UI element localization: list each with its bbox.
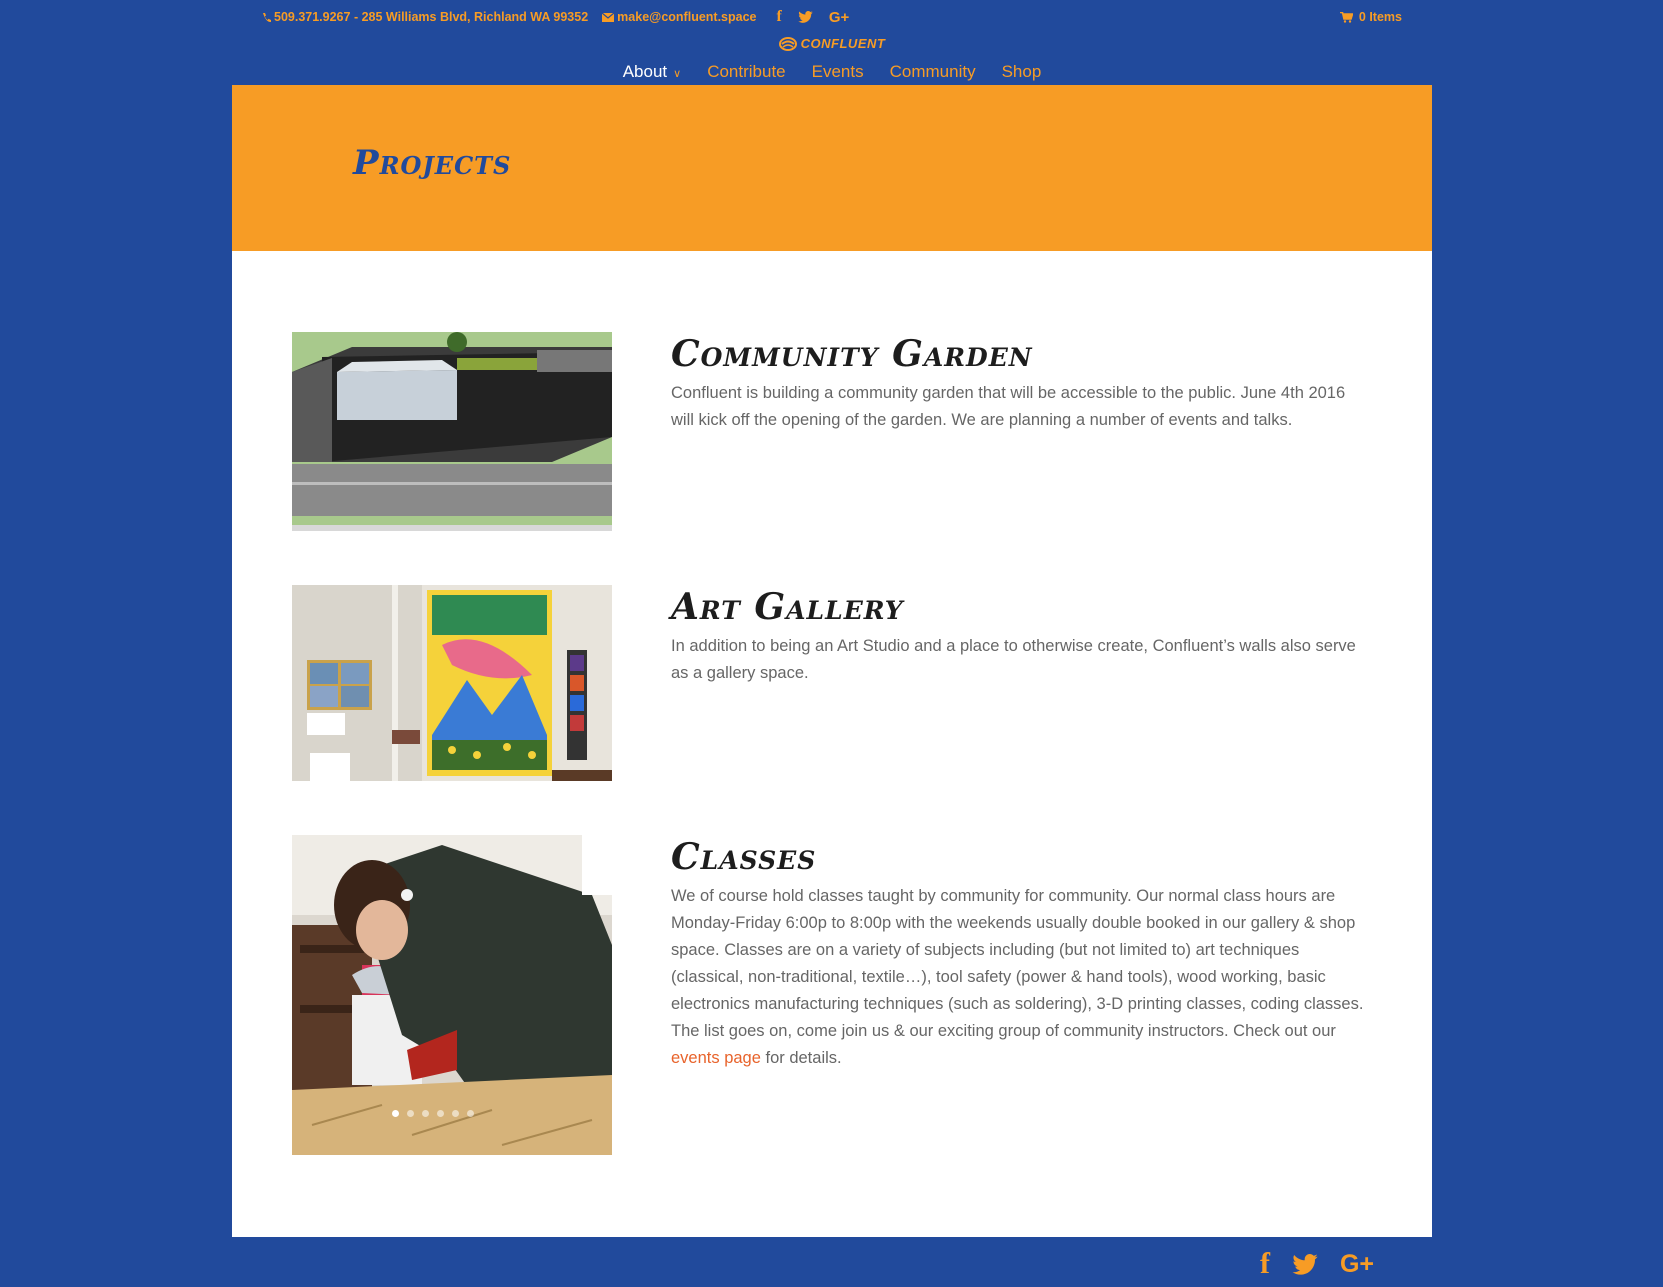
google-plus-icon[interactable]: G+ (1340, 1250, 1374, 1279)
main-nav: About ∨ Contribute Events Community Shop (232, 62, 1432, 82)
project-title: Classes (671, 836, 817, 878)
page-header-band: Projects (232, 85, 1432, 251)
project-description: Confluent is building a community garden… (671, 384, 1346, 429)
project-title: Art Gallery (671, 586, 904, 628)
site-logo[interactable]: CONFLUENT (232, 36, 1432, 51)
email-text: make@confluent.space (617, 10, 757, 24)
top-social-links: f G+ (777, 8, 850, 26)
chevron-down-icon: ∨ (673, 68, 682, 80)
description-text: We of course hold classes taught by comm… (671, 887, 1364, 1040)
phone-address-text: 509.371.9267 - 285 Williams Blvd, Richla… (274, 10, 589, 24)
slider-pagination (392, 1110, 474, 1117)
phone-address[interactable]: 509.371.9267 - 285 Williams Blvd, Richla… (262, 10, 588, 24)
nav-item-events[interactable]: Events (812, 62, 864, 82)
nav-item-label: About (622, 62, 668, 81)
logo-swirl-icon (778, 36, 797, 51)
page-container: 509.371.9267 - 285 Williams Blvd, Richla… (232, 0, 1432, 1287)
contact-info: 509.371.9267 - 285 Williams Blvd, Richla… (262, 8, 849, 26)
nav-item-about[interactable]: About ∨ (623, 62, 682, 82)
page-title: Projects (353, 143, 512, 183)
top-header: 509.371.9267 - 285 Williams Blvd, Richla… (232, 0, 1432, 85)
nav-item-contribute[interactable]: Contribute (707, 62, 785, 82)
slider-dot[interactable] (467, 1110, 474, 1117)
facebook-icon[interactable]: f (1260, 1247, 1270, 1281)
classes-slider-image[interactable] (292, 835, 612, 1155)
twitter-icon[interactable] (798, 11, 813, 23)
phone-icon (262, 12, 271, 23)
art-gallery-image[interactable] (292, 585, 612, 781)
logo-text: CONFLUENT (800, 36, 886, 51)
cart-count: 0 Items (1358, 10, 1402, 24)
twitter-icon[interactable] (1292, 1253, 1318, 1275)
slider-dot[interactable] (452, 1110, 459, 1117)
footer-social-links: f G+ (1260, 1247, 1374, 1281)
community-garden-image[interactable] (292, 332, 612, 531)
main-content: Community Garden Confluent is building a… (232, 251, 1432, 1237)
project-description: In addition to being an Art Studio and a… (671, 637, 1356, 682)
shopping-cart-icon (1339, 11, 1353, 23)
email-link[interactable]: make@confluent.space (602, 10, 757, 24)
envelope-icon (602, 12, 615, 22)
slider-dot[interactable] (422, 1110, 429, 1117)
google-plus-icon[interactable]: G+ (829, 9, 849, 26)
slider-dot[interactable] (437, 1110, 444, 1117)
cart-link[interactable]: 0 Items (1339, 8, 1402, 26)
description-end: for details. (760, 1049, 842, 1067)
facebook-icon[interactable]: f (777, 8, 782, 26)
nav-item-community[interactable]: Community (890, 62, 976, 82)
events-page-link[interactable]: events page (671, 1049, 761, 1067)
slider-dot[interactable] (392, 1110, 399, 1117)
nav-item-shop[interactable]: Shop (1002, 62, 1042, 82)
project-description: We of course hold classes taught by comm… (671, 883, 1371, 1072)
project-title: Community Garden (671, 333, 1033, 375)
footer: f G+ (232, 1237, 1432, 1287)
slider-dot[interactable] (407, 1110, 414, 1117)
